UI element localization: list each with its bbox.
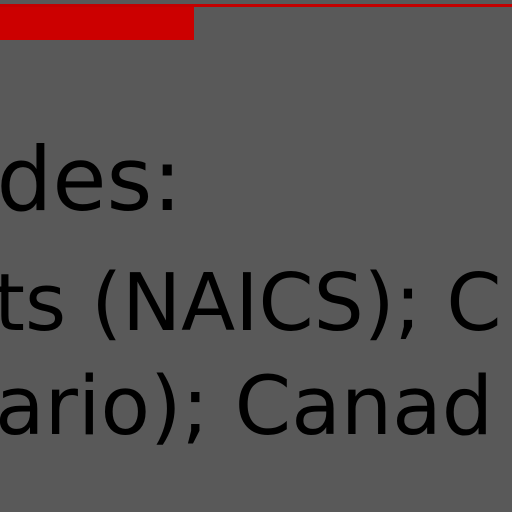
slide-canvas: des: ts (NAICS); C ario); Canad: [0, 0, 512, 512]
slide-text-line-one: ts (NAICS); C: [0, 257, 502, 349]
slide-heading-fragment: des:: [0, 128, 182, 231]
slide-text-line-two: ario); Canad: [0, 360, 494, 454]
red-accent-bar: [0, 7, 194, 40]
